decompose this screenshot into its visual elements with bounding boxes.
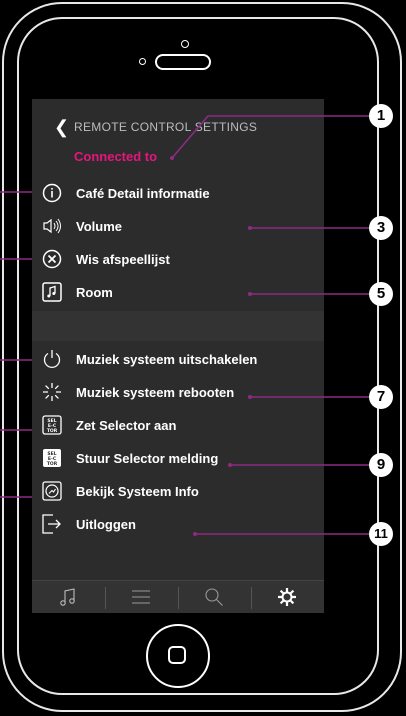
callout-badge: 7 <box>369 385 393 409</box>
callout-lines <box>0 115 370 536</box>
callout-badge: 11 <box>369 522 393 546</box>
callout-badge: 9 <box>369 453 393 477</box>
callout-badge: 1 <box>369 104 393 128</box>
callout-badge: 3 <box>369 216 393 240</box>
callout-badge: 5 <box>369 282 393 306</box>
